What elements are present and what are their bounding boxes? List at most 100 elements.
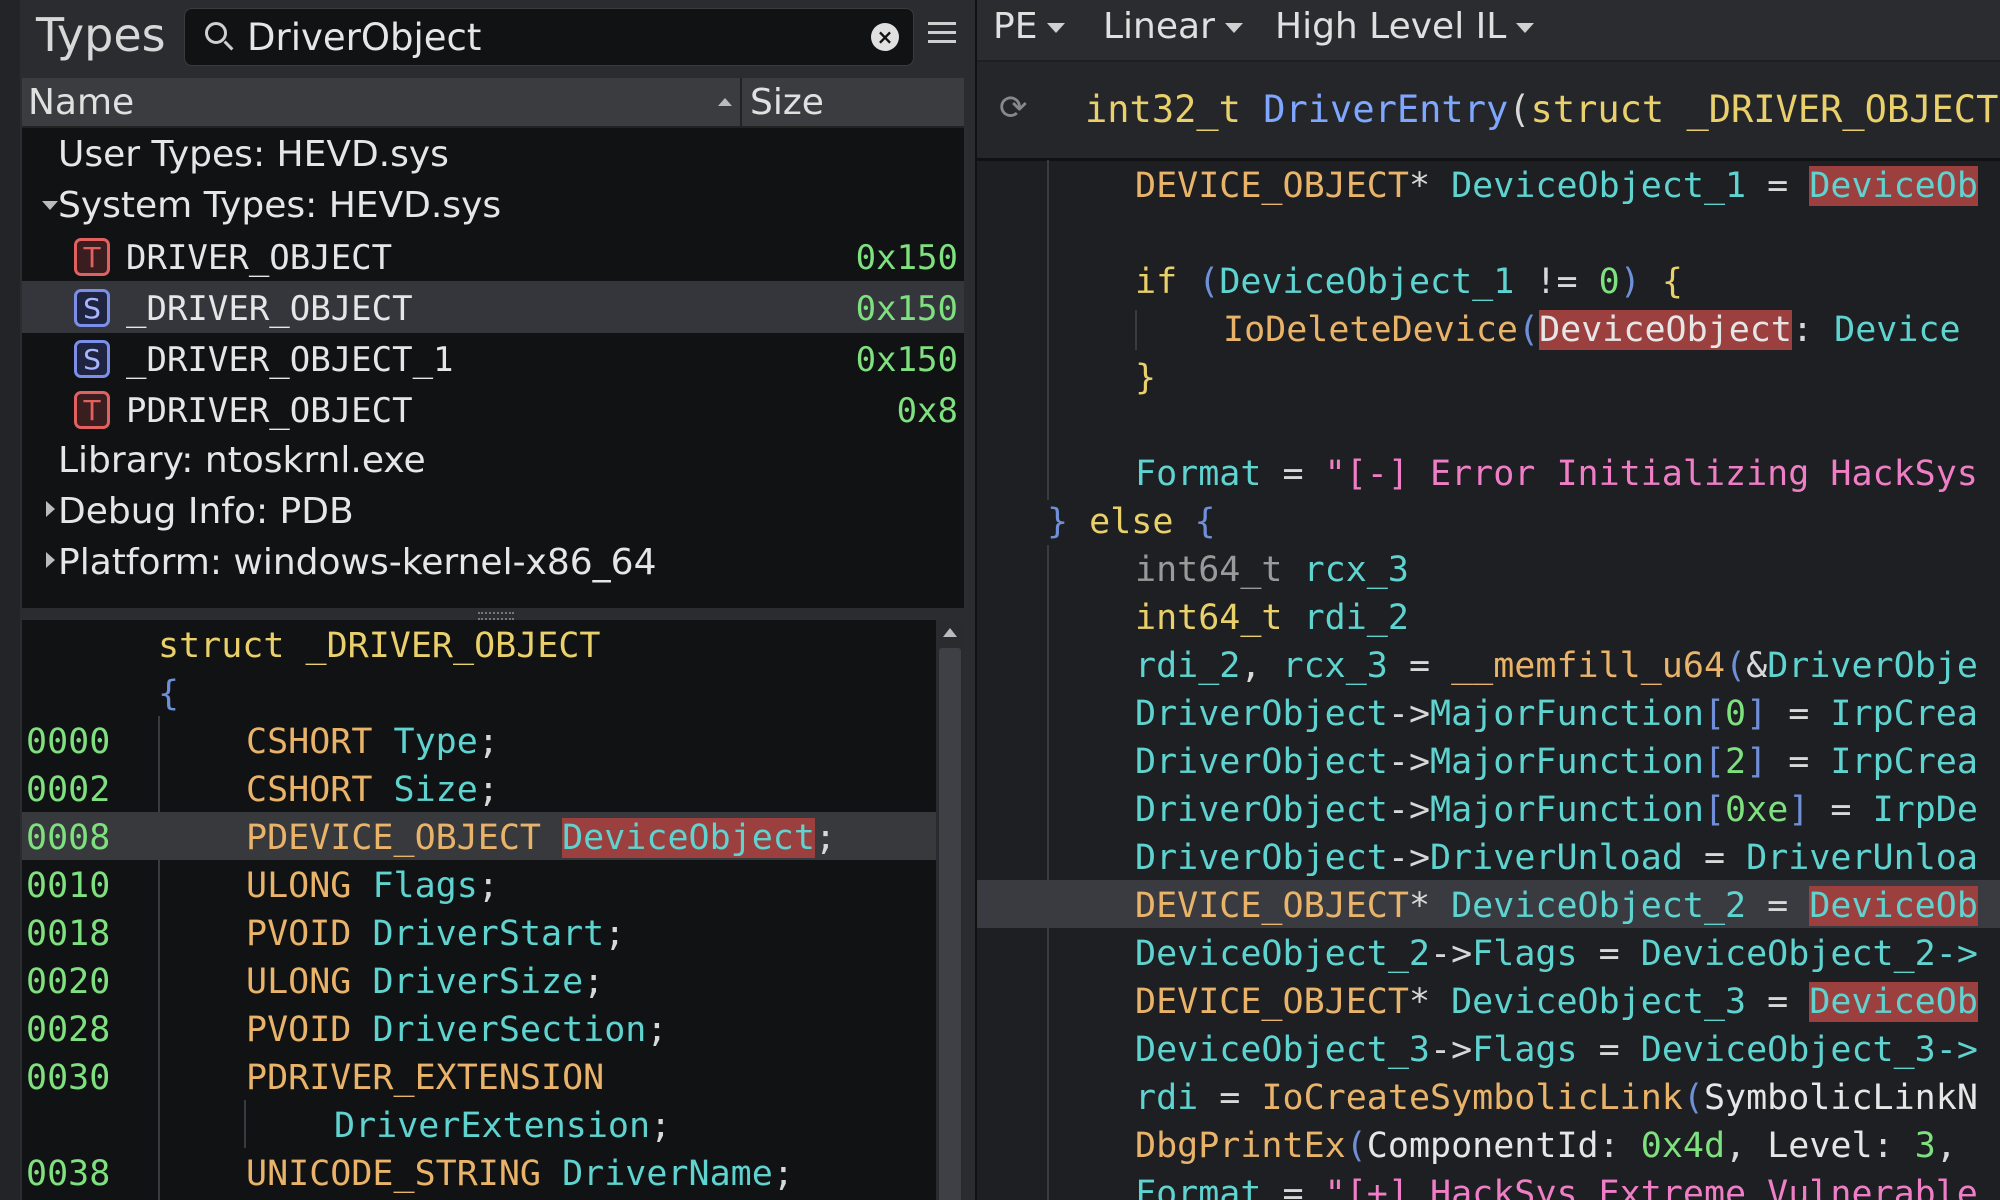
search-input[interactable] xyxy=(247,13,827,61)
code-line-highlighted[interactable]: DEVICE_OBJECT* DeviceObject_2 = DeviceOb xyxy=(977,880,2000,928)
field-type[interactable]: ULONG xyxy=(246,962,351,1002)
type-name: PDRIVER_OBJECT xyxy=(126,391,413,431)
il-dropdown[interactable]: High Level IL xyxy=(1275,6,1535,47)
code-line[interactable]: DEVICE_OBJECT* DeviceObject_1 = DeviceOb xyxy=(977,160,2000,208)
types-panel: Types × Name Size User Types: HEVD.sys S… xyxy=(0,0,975,1200)
splitter-handle[interactable] xyxy=(478,612,514,620)
code-line[interactable]: rdi_2, rcx_3 = __memfill_u64(&DriverObje xyxy=(977,640,2000,688)
code-line[interactable]: DriverObject->MajorFunction[0xe] = IrpDe xyxy=(977,784,2000,832)
struct-icon: S xyxy=(74,340,110,378)
field-type[interactable]: ULONG xyxy=(246,866,351,906)
tree-item-selected[interactable]: S _DRIVER_OBJECT 0x150 xyxy=(22,281,964,333)
tree-group-user-types[interactable]: User Types: HEVD.sys xyxy=(22,128,964,180)
tree-group-debug-info[interactable]: Debug Info: PDB xyxy=(22,485,964,537)
code-line[interactable]: if (DeviceObject_1 != 0) { xyxy=(977,256,2000,304)
types-tree: Name Size User Types: HEVD.sys System Ty… xyxy=(22,78,964,608)
struct-field-row[interactable]: 0010 ULONG Flags; xyxy=(22,860,936,908)
code-line[interactable]: DeviceObject_3->Flags = DeviceObject_3-> xyxy=(977,1024,2000,1072)
type-size: 0x8 xyxy=(896,391,958,431)
sort-ascending-icon[interactable] xyxy=(718,98,732,106)
type-size: 0x150 xyxy=(855,238,958,278)
code-line[interactable]: int64_t rcx_3 xyxy=(977,544,2000,592)
scrollbar-thumb[interactable] xyxy=(939,648,961,1200)
search-box[interactable]: × xyxy=(184,8,914,66)
column-header-name[interactable]: Name xyxy=(28,82,134,123)
struct-field-row[interactable]: 0018 PVOID DriverStart; xyxy=(22,908,936,956)
code-line[interactable]: rdi = IoCreateSymbolicLink(SymbolicLinkN xyxy=(977,1072,2000,1120)
struct-icon: S xyxy=(74,289,110,327)
tree-item[interactable]: T PDRIVER_OBJECT 0x8 xyxy=(22,383,964,435)
field-name[interactable]: Flags xyxy=(372,866,477,906)
struct-field-continuation[interactable]: DriverExtension; xyxy=(22,1100,936,1148)
field-offset: 0002 xyxy=(26,770,111,810)
tree-group-library[interactable]: Library: ntoskrnl.exe xyxy=(22,434,964,486)
code-panel: PE Linear High Level IL ⟳ int32_t Driver… xyxy=(977,0,2000,1200)
field-type[interactable]: PVOID xyxy=(246,1010,351,1050)
highlighted-token: DeviceObject xyxy=(1539,310,1792,350)
struct-field-row[interactable]: 0030 PDRIVER_EXTENSION xyxy=(22,1052,936,1100)
field-type[interactable]: UNICODE_STRING xyxy=(246,1154,541,1194)
field-name[interactable]: DriverExtension xyxy=(334,1106,650,1146)
tree-item[interactable]: T DRIVER_OBJECT 0x150 xyxy=(22,230,964,282)
field-name[interactable]: Type xyxy=(394,722,478,762)
struct-field-row[interactable]: 0002 CSHORT Size; xyxy=(22,764,936,812)
group-label: Debug Info: PDB xyxy=(58,491,354,532)
field-name-highlighted[interactable]: DeviceObject xyxy=(562,818,815,858)
field-name[interactable]: DriverName xyxy=(562,1154,773,1194)
field-offset: 0010 xyxy=(26,866,111,906)
field-offset: 0028 xyxy=(26,1010,111,1050)
struct-header: struct _DRIVER_OBJECT xyxy=(158,626,601,666)
field-type[interactable]: PVOID xyxy=(246,914,351,954)
type-size: 0x150 xyxy=(855,340,958,380)
column-header-size[interactable]: Size xyxy=(750,82,824,123)
clear-search-icon[interactable]: × xyxy=(871,23,899,51)
field-type[interactable]: CSHORT xyxy=(246,770,372,810)
chevron-right-icon[interactable] xyxy=(46,501,55,517)
chevron-down-icon xyxy=(1047,23,1066,33)
field-type[interactable]: PDRIVER_EXTENSION xyxy=(246,1058,604,1098)
field-name[interactable]: DriverSection xyxy=(372,1010,646,1050)
field-name[interactable]: DriverStart xyxy=(372,914,604,954)
code-line[interactable]: DriverObject->MajorFunction[0] = IrpCrea xyxy=(977,688,2000,736)
struct-field-row[interactable]: 0020 ULONG DriverSize; xyxy=(22,956,936,1004)
field-type[interactable]: PDEVICE_OBJECT xyxy=(246,818,541,858)
view-dropdown[interactable]: Linear xyxy=(1103,6,1243,47)
format-dropdown[interactable]: PE xyxy=(993,6,1066,47)
tree-group-platform[interactable]: Platform: windows-kernel-x86_64 xyxy=(22,536,964,588)
code-line[interactable]: DriverObject->DriverUnload = DriverUnloa xyxy=(977,832,2000,880)
code-line[interactable]: Format = "[+] HackSys Extreme Vulnerable xyxy=(977,1168,2000,1200)
field-offset: 0018 xyxy=(26,914,111,954)
struct-header-line: struct _DRIVER_OBJECT xyxy=(22,620,936,668)
struct-field-row-highlighted[interactable]: 0008 PDEVICE_OBJECT DeviceObject; xyxy=(22,812,936,860)
type-name: _DRIVER_OBJECT xyxy=(126,289,413,329)
scroll-up-icon[interactable] xyxy=(943,628,957,637)
tree-header: Name Size xyxy=(22,78,964,128)
code-line[interactable]: } xyxy=(977,352,2000,400)
code-line[interactable]: DEVICE_OBJECT* DeviceObject_3 = DeviceOb xyxy=(977,976,2000,1024)
chevron-right-icon[interactable] xyxy=(46,552,55,568)
code-line[interactable]: DeviceObject_2->Flags = DeviceObject_2-> xyxy=(977,928,2000,976)
code-line[interactable]: } else { xyxy=(977,496,2000,544)
struct-field-row[interactable]: 0038 UNICODE_STRING DriverName; xyxy=(22,1148,936,1196)
code-line[interactable]: DriverObject->MajorFunction[2] = IrpCrea xyxy=(977,736,2000,784)
tree-group-system-types[interactable]: System Types: HEVD.sys xyxy=(22,179,964,231)
column-separator[interactable] xyxy=(740,78,742,126)
code-line[interactable]: int64_t rdi_2 xyxy=(977,592,2000,640)
group-label: System Types: HEVD.sys xyxy=(58,185,502,226)
field-name[interactable]: DriverSize xyxy=(372,962,583,1002)
code-line[interactable]: DbgPrintEx(ComponentId: 0x4d, Level: 3, xyxy=(977,1120,2000,1168)
hamburger-menu-icon[interactable] xyxy=(928,22,956,46)
struct-field-row[interactable]: 0000 CSHORT Type; xyxy=(22,716,936,764)
chevron-down-icon[interactable] xyxy=(42,201,58,210)
scrollbar[interactable] xyxy=(936,620,964,1200)
view-toolbar: PE Linear High Level IL xyxy=(977,0,2000,60)
field-name[interactable]: Size xyxy=(394,770,478,810)
refresh-icon[interactable]: ⟳ xyxy=(999,88,1028,128)
function-signature[interactable]: int32_t DriverEntry(struct _DRIVER_OBJEC… xyxy=(1085,88,2000,131)
tree-item[interactable]: S _DRIVER_OBJECT_1 0x150 xyxy=(22,332,964,384)
struct-field-row[interactable]: 0028 PVOID DriverSection; xyxy=(22,1004,936,1052)
code-line[interactable]: IoDeleteDevice(DeviceObject: Device xyxy=(977,304,2000,352)
field-type[interactable]: CSHORT xyxy=(246,722,372,762)
left-sidebar-strip xyxy=(0,0,20,1200)
code-line[interactable]: Format = "[-] Error Initializing HackSys xyxy=(977,448,2000,496)
